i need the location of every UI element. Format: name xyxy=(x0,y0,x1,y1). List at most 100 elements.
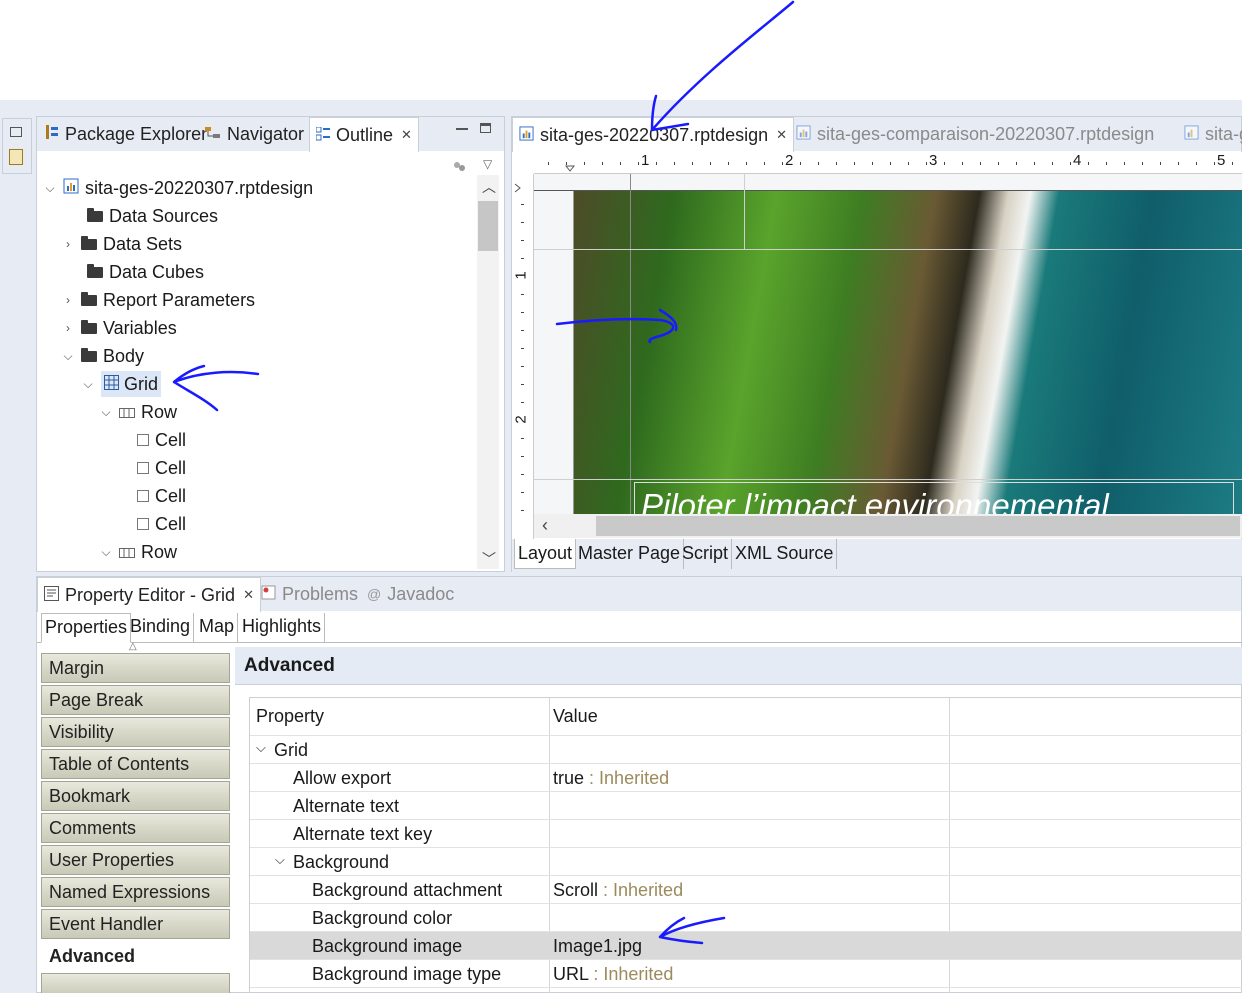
close-icon[interactable]: ✕ xyxy=(776,127,787,143)
property-name: Background image type xyxy=(312,964,502,984)
tab-property-editor[interactable]: Property Editor - Grid ✕ xyxy=(37,577,261,612)
table-row[interactable]: Background color xyxy=(250,904,1242,932)
scrollbar-thumb[interactable] xyxy=(478,201,498,251)
tree-item-data-sources[interactable]: Data Sources xyxy=(67,202,218,230)
table-row[interactable]: Background image type URL : Inherited xyxy=(250,960,1242,988)
tree-item-label: Variables xyxy=(103,317,177,338)
chevron-down-icon[interactable]: ⌵ xyxy=(43,181,57,196)
scroll-left-icon[interactable]: ‹ xyxy=(542,515,548,536)
tree-item-cell[interactable]: Cell xyxy=(137,510,186,538)
tab-rptdesign-third[interactable]: sita-g xyxy=(1178,117,1242,151)
tree-item-grid[interactable]: ⌵ Grid xyxy=(81,370,162,398)
category-label: Margin xyxy=(49,657,105,678)
category-comments[interactable]: Comments xyxy=(41,813,230,843)
rptdesign-file-icon xyxy=(519,125,534,146)
tree-item-row[interactable]: ⌵ Row xyxy=(99,398,177,426)
tab-rptdesign-active[interactable]: sita-ges-20220307.rptdesign ✕ xyxy=(512,117,795,152)
category-named-expressions[interactable]: Named Expressions xyxy=(41,877,230,907)
report-icon[interactable] xyxy=(9,149,23,165)
category-advanced[interactable]: Advanced xyxy=(41,941,230,971)
category-bookmark[interactable]: Bookmark xyxy=(41,781,230,811)
category-event-handler[interactable]: Event Handler xyxy=(41,909,230,939)
table-row[interactable]: Alternate text key xyxy=(250,820,1242,848)
chevron-right-icon[interactable]: › xyxy=(61,293,75,307)
tab-xml-source[interactable]: XML Source xyxy=(732,539,838,569)
property-value: URL : Inherited xyxy=(553,964,673,985)
category-table-of-contents[interactable]: Table of Contents xyxy=(41,749,230,779)
subtab-binding[interactable]: Binding xyxy=(127,613,195,643)
category-margin[interactable]: Margin xyxy=(41,653,230,683)
tab-layout[interactable]: Layout xyxy=(514,539,577,569)
tab-label: sita-g xyxy=(1205,123,1242,144)
category-page-break[interactable]: Page Break xyxy=(41,685,230,715)
category-empty-slot xyxy=(41,973,230,993)
tab-navigator[interactable]: Navigator xyxy=(199,117,310,151)
table-row[interactable]: ⌵ Grid xyxy=(250,736,1242,764)
tab-problems[interactable]: Problems xyxy=(255,577,364,611)
horizontal-scrollbar[interactable]: ‹ xyxy=(534,514,1242,538)
tree-item-variables[interactable]: › Variables xyxy=(61,314,177,342)
tree-item-data-cubes[interactable]: Data Cubes xyxy=(67,258,204,286)
tab-javadoc[interactable]: @ Javadoc xyxy=(361,577,460,611)
collapse-all-icon[interactable] xyxy=(453,157,467,171)
table-row[interactable]: Allow export true : Inherited xyxy=(250,764,1242,792)
tree-item-body[interactable]: ⌵ Body xyxy=(61,342,144,370)
chevron-down-icon[interactable]: ⌵ xyxy=(99,405,113,420)
tree-item-cell[interactable]: Cell xyxy=(137,482,186,510)
tree-item-report-parameters[interactable]: › Report Parameters xyxy=(61,286,255,314)
text-label-box[interactable]: Piloter l’impact environnemental xyxy=(634,482,1234,514)
table-row[interactable]: ⌵ Background xyxy=(250,848,1242,876)
folder-icon xyxy=(81,319,97,334)
scroll-up-icon[interactable]: △ xyxy=(129,641,137,652)
chevron-down-icon[interactable]: ⌵ xyxy=(256,740,266,756)
subtab-map[interactable]: Map xyxy=(196,613,239,643)
scrollbar-thumb[interactable] xyxy=(596,516,1240,536)
view-menu-chevron-icon[interactable]: ▽ xyxy=(483,157,492,171)
rptdesign-file-icon xyxy=(796,124,811,145)
table-row[interactable]: Alternate text xyxy=(250,792,1242,820)
inherited-text: : Inherited xyxy=(603,880,684,900)
tree-item-report[interactable]: ⌵ sita-ges-20220307.rptdesign xyxy=(43,174,313,202)
chevron-down-icon[interactable]: ⌵ xyxy=(275,852,285,868)
tree-item-label: Data Cubes xyxy=(109,261,205,282)
property-value[interactable]: Image1.jpg xyxy=(553,936,642,957)
chevron-right-icon[interactable]: › xyxy=(61,321,75,335)
scroll-down-icon[interactable]: ﹀ xyxy=(482,549,496,569)
tree-item-cell[interactable]: Cell xyxy=(137,454,186,482)
problems-icon xyxy=(261,584,276,605)
tab-label: Highlights xyxy=(242,616,322,636)
restore-icon[interactable] xyxy=(10,127,22,137)
tree-item-row[interactable]: ⌵ Row xyxy=(99,538,177,566)
chevron-down-icon[interactable]: ⌵ xyxy=(99,545,113,560)
tab-outline[interactable]: Outline ✕ xyxy=(309,117,419,152)
editor-tabstrip: sita-ges-20220307.rptdesign ✕ sita-ges-c… xyxy=(512,117,1242,152)
tab-package-explorer[interactable]: Package Explorer xyxy=(39,117,213,151)
subtab-highlights[interactable]: Highlights xyxy=(239,613,326,643)
category-label: Comments xyxy=(49,817,137,838)
report-canvas[interactable]: Piloter l’impact environnemental xyxy=(534,174,1242,514)
subtab-properties[interactable]: Properties xyxy=(41,613,132,643)
chevron-down-icon[interactable]: ⌵ xyxy=(61,349,75,364)
tab-script[interactable]: Script xyxy=(679,539,733,569)
minimize-button[interactable] xyxy=(456,128,468,130)
maximize-button[interactable] xyxy=(480,123,491,133)
report-editor: sita-ges-20220307.rptdesign ✕ sita-ges-c… xyxy=(511,116,1242,573)
vertical-scrollbar[interactable]: ︿ ﹀ xyxy=(477,175,499,569)
tree-item-data-sets[interactable]: › Data Sets xyxy=(61,230,182,258)
grid-icon xyxy=(104,374,119,395)
table-row[interactable]: Background attachment Scroll : Inherited xyxy=(250,876,1242,904)
category-user-properties[interactable]: User Properties xyxy=(41,845,230,875)
javadoc-icon: @ xyxy=(367,586,382,602)
tab-rptdesign-comparaison[interactable]: sita-ges-comparaison-20220307.rptdesign xyxy=(790,117,1160,151)
chevron-down-icon[interactable]: ⌵ xyxy=(81,377,95,392)
chevron-right-icon[interactable]: › xyxy=(61,237,75,251)
grid-line xyxy=(630,174,631,514)
table-row-selected[interactable]: Background image Image1.jpg xyxy=(250,932,1242,960)
scroll-up-icon[interactable]: ︿ xyxy=(482,177,496,197)
tab-master-page[interactable]: Master Page xyxy=(575,539,685,569)
close-icon[interactable]: ✕ xyxy=(243,587,254,603)
tree-item-cell[interactable]: Cell xyxy=(137,426,186,454)
close-icon[interactable]: ✕ xyxy=(401,127,412,143)
grid-line xyxy=(744,174,745,249)
category-visibility[interactable]: Visibility xyxy=(41,717,230,747)
